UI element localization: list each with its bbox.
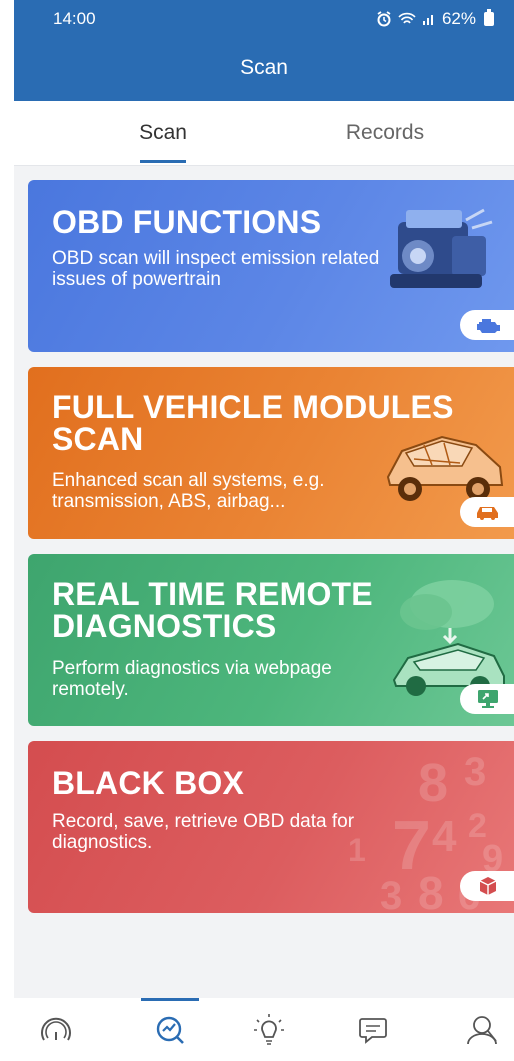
svg-text:8: 8 [418, 753, 448, 813]
active-nav-indicator [141, 998, 199, 1001]
tab-bar: Scan Records [14, 101, 514, 166]
card-badge [460, 497, 514, 527]
user-icon[interactable] [462, 1010, 502, 1050]
svg-text:8: 8 [418, 867, 444, 913]
active-tab-indicator [140, 160, 186, 163]
chat-icon[interactable] [354, 1010, 394, 1050]
obd-functions-card[interactable]: OBD FUNCTIONS OBD scan will inspect emis… [28, 180, 514, 352]
car-icon [477, 507, 498, 520]
signal-icon [422, 15, 433, 25]
svg-text:3: 3 [380, 874, 402, 913]
tab-records[interactable]: Records [325, 121, 445, 145]
card-badge [460, 684, 514, 714]
remote-diagnostics-card[interactable]: REAL TIME REMOTE DIAGNOSTICS Perform dia… [28, 554, 514, 726]
bottom-navigation [14, 998, 514, 1061]
engine-illustration [390, 208, 493, 288]
card-badge [460, 310, 514, 340]
status-time: 14:00 [53, 9, 96, 28]
svg-text:3: 3 [464, 750, 486, 794]
full-vehicle-scan-card[interactable]: FULL VEHICLE MODULES SCAN Enhanced scan … [28, 367, 514, 539]
status-bar: 14:00 62% [14, 0, 514, 44]
card-description: Enhanced scan all systems, e.g. transmis… [52, 470, 325, 512]
svg-text:4: 4 [432, 812, 457, 861]
card-title: OBD FUNCTIONS [52, 204, 322, 240]
status-indicators: 62% [376, 9, 494, 29]
battery-level: 62% [441, 9, 476, 28]
car-illustration [386, 435, 504, 501]
gauge-icon[interactable] [36, 1010, 76, 1050]
monitor-icon [478, 690, 498, 708]
bulb-icon[interactable] [249, 1010, 289, 1050]
card-badge [460, 871, 514, 901]
alarm-icon [377, 11, 391, 27]
black-box-card[interactable]: 8 3 7 4 2 9 3 8 6 1 BLACK BOX Record, sa… [28, 741, 514, 913]
card-description: Record, save, retrieve OBD data for diag… [52, 811, 355, 853]
card-description: Perform diagnostics via webpage remotely… [52, 658, 332, 700]
app-header: 14:00 62% Scan [14, 0, 514, 101]
wifi-icon [398, 12, 416, 24]
app-screen: 14:00 62% Scan Scan Records OBD FUNCTION… [14, 0, 514, 1061]
battery-icon [484, 9, 494, 26]
page-title: Scan [240, 56, 288, 79]
tab-scan[interactable]: Scan [103, 121, 223, 145]
card-description: OBD scan will inspect emission related i… [52, 248, 380, 290]
cube-icon [479, 877, 497, 895]
engine-icon [477, 319, 500, 333]
scan-icon[interactable] [150, 1010, 190, 1050]
card-title: BLACK BOX [52, 765, 245, 801]
